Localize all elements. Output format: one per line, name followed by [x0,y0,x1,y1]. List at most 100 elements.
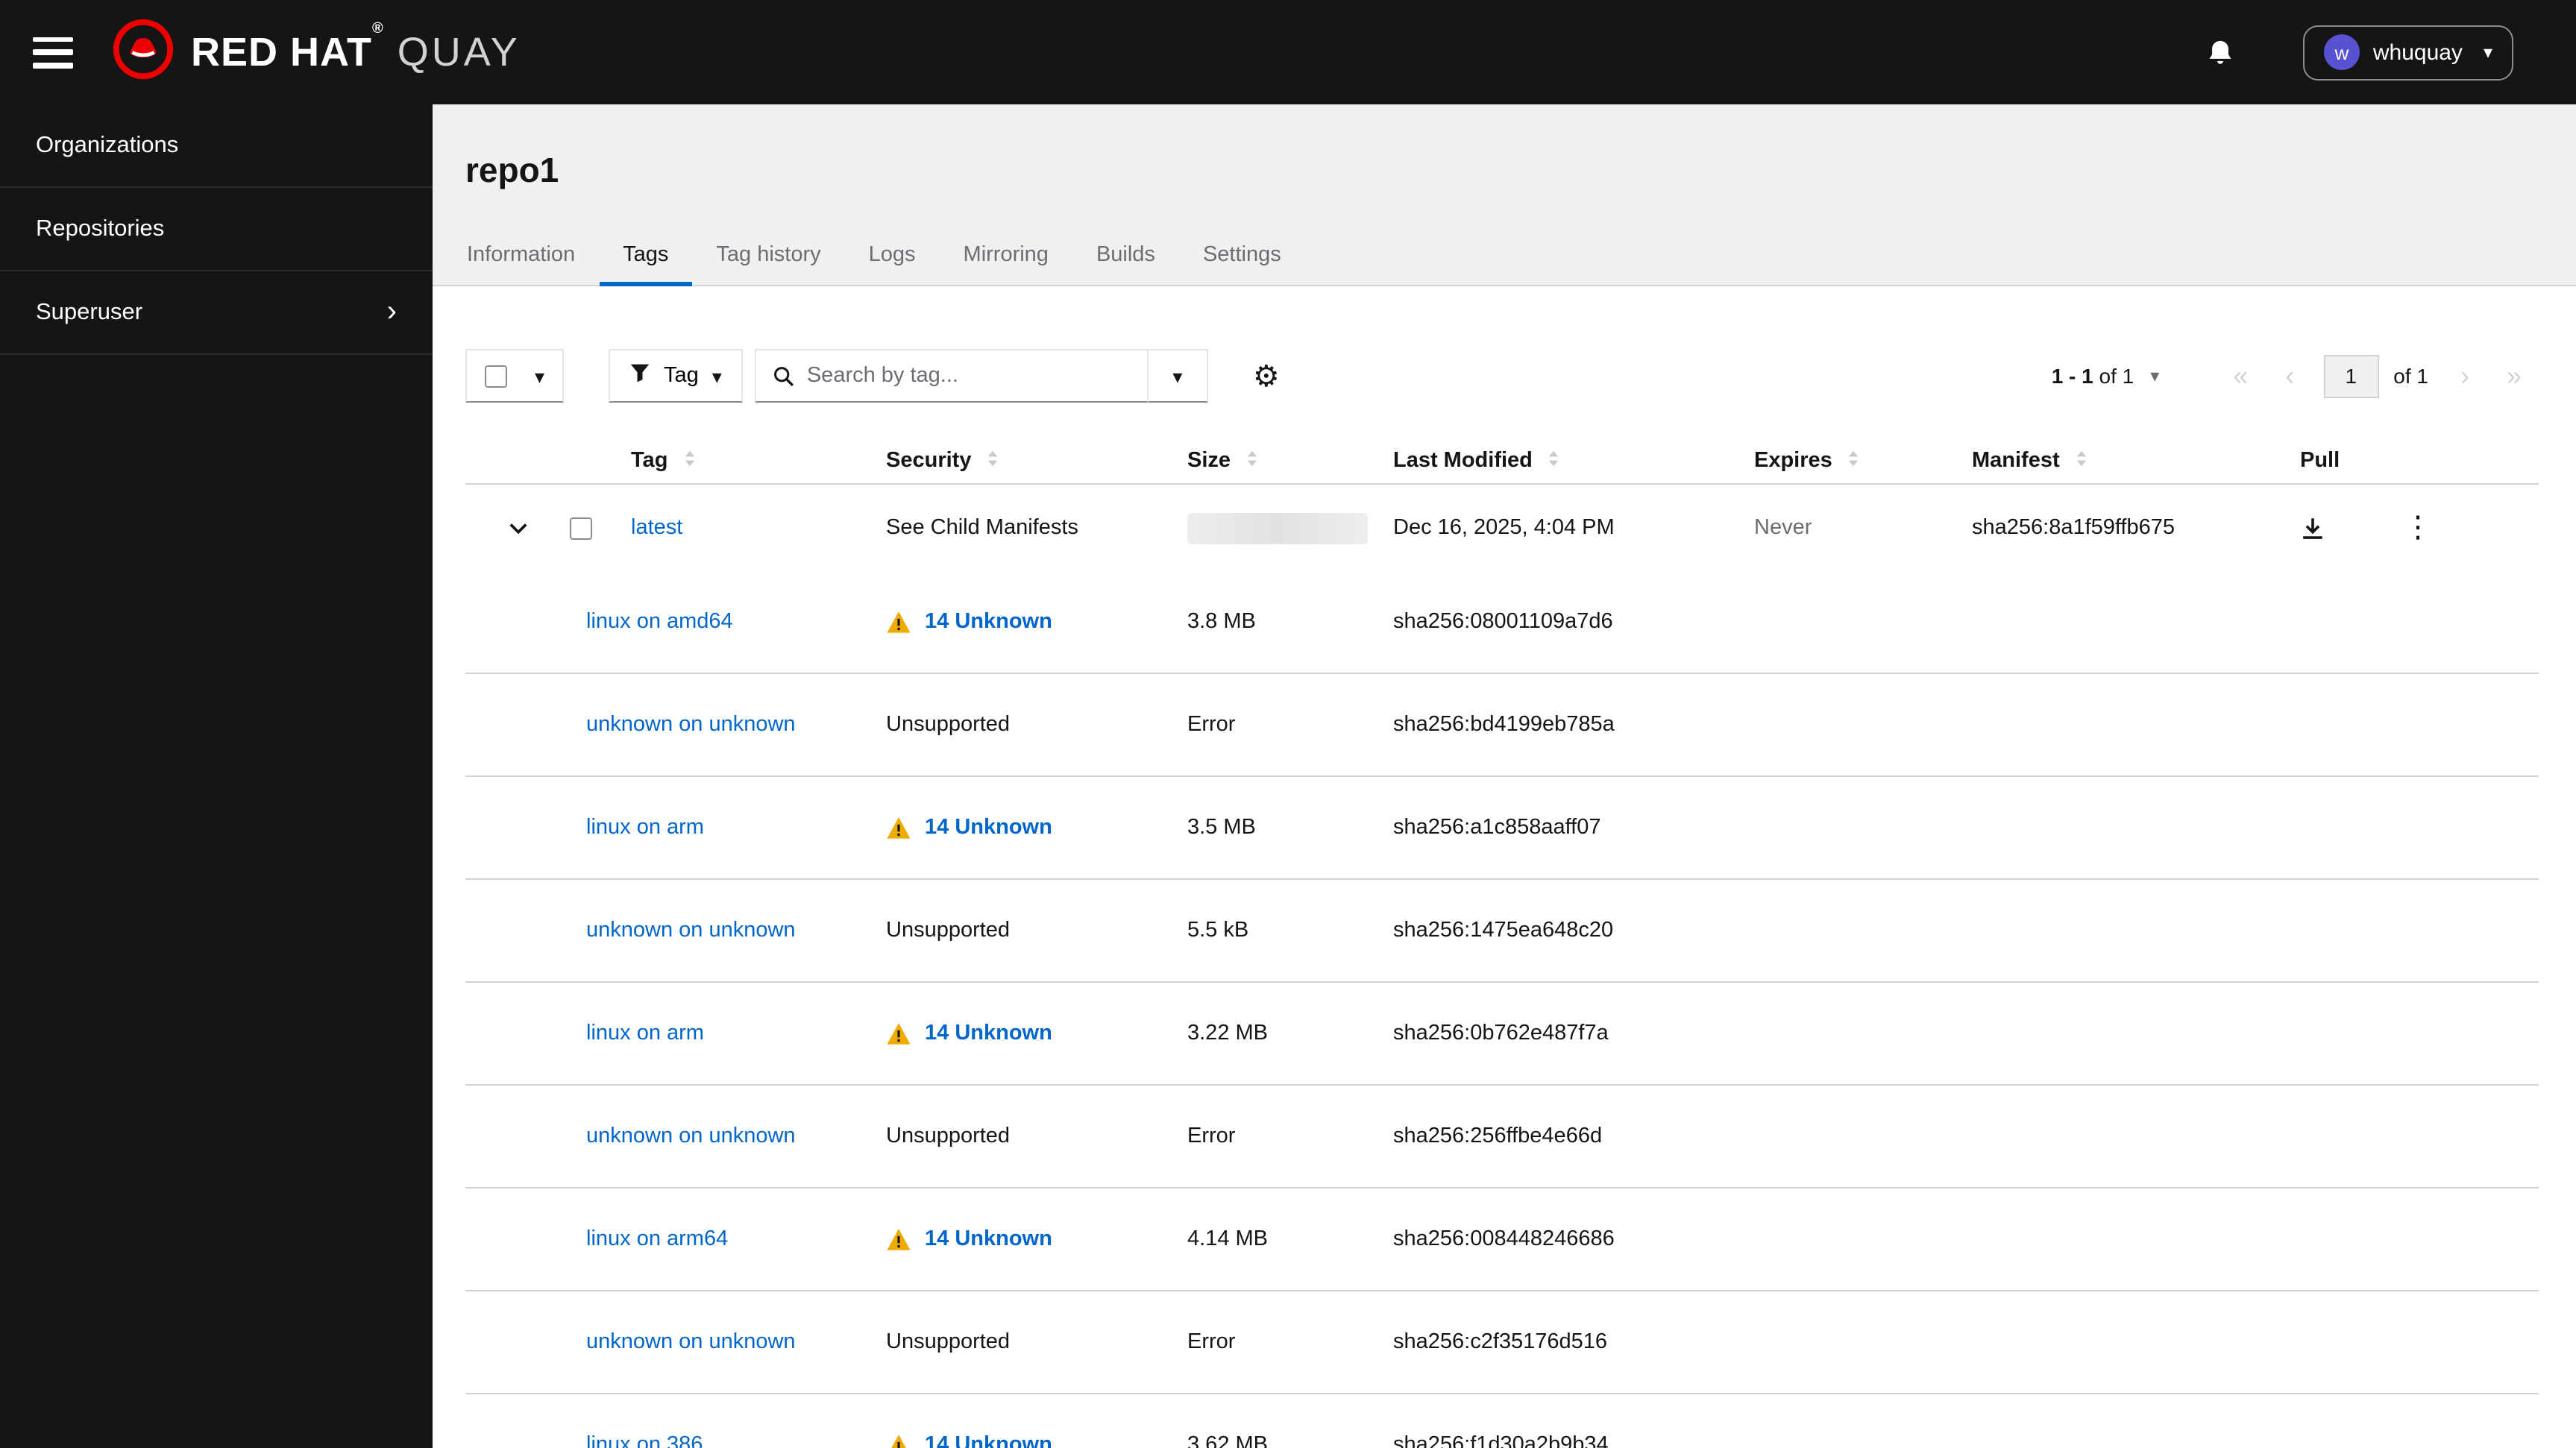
kebab-menu-icon[interactable]: ⋮ [2403,513,2433,543]
sort-icon [984,449,1001,473]
digest-cell: sha256:008448246686 [1393,1227,1615,1251]
row-checkbox[interactable] [570,517,592,539]
platform-link[interactable]: linux on arm [586,1022,704,1045]
column-header-manifest[interactable]: Manifest [1972,449,2300,473]
red-hat-quay-logo[interactable]: RED HAT® QUAY [112,17,521,87]
search-group: ▾ [754,349,1208,403]
sidebar: Organizations Repositories Superuser › [0,104,433,1448]
platform-link[interactable]: unknown on unknown [586,1124,796,1148]
tab-tag-history[interactable]: Tag history [692,228,844,286]
gear-icon[interactable]: ⚙ [1253,357,1280,394]
warning-triangle-icon [886,815,911,840]
size-cell: 4.14 MB [1187,1227,1268,1251]
caret-down-icon: ▾ [2483,42,2492,63]
digest-cell: sha256:1475ea648c20 [1393,919,1614,942]
tag-cell: linux on arm64 [465,1227,886,1251]
download-icon[interactable] [2300,515,2325,541]
size-cell: 3.8 MB [1187,610,1256,634]
column-header-size[interactable]: Size [1187,449,1393,473]
size-cell: 3.5 MB [1187,816,1256,840]
vulnerability-link[interactable]: 14 Unknown [925,816,1052,840]
search-input[interactable] [806,364,1120,388]
security-cell: Unsupported [886,1124,1011,1148]
security-cell: Unsupported [886,713,1011,737]
platform-link[interactable]: unknown on unknown [586,919,796,942]
security-cell: See Child Manifests [886,516,1078,540]
last-page-button[interactable]: » [2489,351,2539,400]
caret-down-icon: ▾ [534,365,544,387]
column-header-security[interactable]: Security [886,449,1187,473]
platform-link[interactable]: unknown on unknown [586,713,796,737]
avatar: w [2323,34,2360,70]
tab-mirroring[interactable]: Mirroring [940,228,1072,286]
child-manifest-row: linux on arm 14 Unknown 3.22 MB sha256:0… [465,983,2539,1086]
column-header-tag[interactable]: Tag [631,449,886,473]
tags-table: Tag Security Size Last Modified Expires … [465,438,2539,1448]
tab-builds[interactable]: Builds [1072,228,1179,286]
security-cell: 14 Unknown [886,609,1187,635]
search-options-dropdown[interactable]: ▾ [1146,349,1208,403]
sidebar-item-label: Organizations [36,132,179,157]
digest-cell: sha256:a1c858aaff07 [1393,816,1601,840]
size-cell: 3.22 MB [1187,1022,1268,1045]
column-header-last-modified[interactable]: Last Modified [1393,449,1754,473]
notifications-bell-icon[interactable] [2206,38,2234,66]
sidebar-item-organizations[interactable]: Organizations [0,104,433,188]
vulnerability-link[interactable]: 14 Unknown [925,1227,1052,1251]
tab-logs[interactable]: Logs [845,228,940,286]
bulk-select-dropdown[interactable]: ▾ [465,349,564,403]
warning-triangle-icon [886,1227,911,1252]
page-navigation: « ‹ of 1 › » [2216,351,2539,400]
user-menu[interactable]: w whuquay ▾ [2302,25,2513,80]
security-cell: 14 Unknown [886,1432,1187,1448]
tab-settings[interactable]: Settings [1179,228,1305,286]
hamburger-menu-icon[interactable] [33,37,73,68]
column-header-pull: Pull [2300,449,2340,473]
child-manifest-row: linux on arm64 14 Unknown 4.14 MB sha256… [465,1189,2539,1291]
pagination-range-of: of 1 [2099,364,2134,388]
brand-quay: QUAY [397,29,521,74]
bulk-select-checkbox[interactable] [485,365,507,387]
platform-link[interactable]: linux on arm64 [586,1227,728,1251]
tag-cell: unknown on unknown [465,919,886,942]
sidebar-item-repositories[interactable]: Repositories [0,188,433,271]
quay-app: RED HAT® QUAY w whuquay ▾ Organizations … [0,0,2576,1448]
tag-link[interactable]: latest [631,516,682,540]
table-header-row: Tag Security Size Last Modified Expires … [465,438,2539,485]
manifest-cell: sha256:8a1f59ffb675 [1972,516,2176,540]
caret-down-icon: ▾ [711,365,722,387]
warning-triangle-icon [886,1432,911,1448]
vulnerability-link[interactable]: 14 Unknown [925,610,1052,634]
digest-cell: sha256:0b762e487f7a [1393,1022,1609,1045]
first-page-button[interactable]: « [2216,351,2265,400]
per-page-dropdown[interactable]: 1 - 1 of 1 ▾ [2052,364,2160,388]
tag-cell: unknown on unknown [465,1330,886,1354]
sidebar-item-superuser[interactable]: Superuser › [0,271,433,355]
filter-label: Tag [664,364,699,388]
sort-icon [681,449,697,473]
warning-triangle-icon [886,609,911,635]
red-hat-logo-icon [112,17,175,87]
collapse-row-chevron-icon[interactable] [465,521,570,535]
platform-link[interactable]: linux on arm [586,816,704,840]
next-page-button[interactable]: › [2440,351,2489,400]
platform-link[interactable]: linux on 386 [586,1433,703,1448]
sidebar-item-label: Repositories [36,215,165,241]
column-header-expires[interactable]: Expires [1754,449,1972,473]
filter-dropdown[interactable]: Tag ▾ [609,349,743,403]
tab-tags[interactable]: Tags [599,228,693,286]
size-loading-skeleton [1187,512,1368,544]
vulnerability-link[interactable]: 14 Unknown [925,1022,1052,1045]
vulnerability-link[interactable]: 14 Unknown [925,1433,1052,1448]
size-cell: 5.5 kB [1187,919,1249,942]
security-cell: 14 Unknown [886,1021,1187,1046]
repo-tabs: Information Tags Tag history Logs Mirror… [443,228,1305,286]
tab-information[interactable]: Information [443,228,599,286]
masthead: RED HAT® QUAY w whuquay ▾ [0,0,2576,104]
platform-link[interactable]: unknown on unknown [586,1330,796,1354]
page-of-label: of 1 [2393,364,2428,388]
current-page-input[interactable] [2323,354,2379,397]
child-manifest-row: unknown on unknown Unsupported 5.5 kB sh… [465,880,2539,983]
platform-link[interactable]: linux on amd64 [586,610,733,634]
previous-page-button[interactable]: ‹ [2265,351,2314,400]
